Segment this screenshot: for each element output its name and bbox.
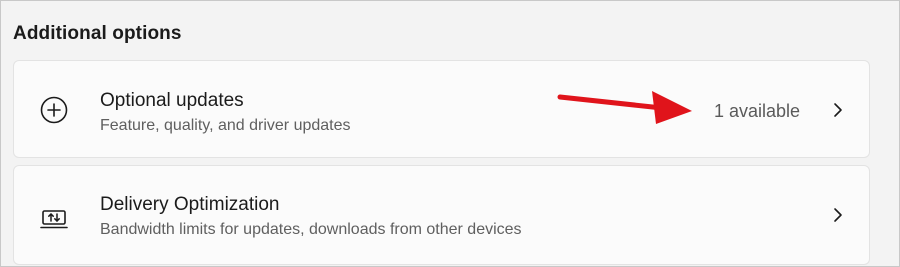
delivery-optimization-description: Bandwidth limits for updates, downloads … <box>100 221 522 238</box>
delivery-optimization-icon <box>39 204 69 234</box>
plus-circle-icon <box>39 95 69 125</box>
optional-updates-status: 1 available <box>714 101 801 121</box>
settings-panel: Additional options Optional updates Feat… <box>0 0 900 267</box>
delivery-optimization-card[interactable]: Delivery Optimization Bandwidth limits f… <box>13 165 870 265</box>
optional-updates-title: Optional updates <box>100 90 244 111</box>
chevron-right-icon[interactable] <box>831 101 845 119</box>
chevron-right-icon[interactable] <box>831 206 845 224</box>
optional-updates-description: Feature, quality, and driver updates <box>100 117 351 134</box>
section-title: Additional options <box>13 23 182 44</box>
optional-updates-card[interactable]: Optional updates Feature, quality, and d… <box>13 60 870 158</box>
delivery-optimization-title: Delivery Optimization <box>100 194 280 215</box>
